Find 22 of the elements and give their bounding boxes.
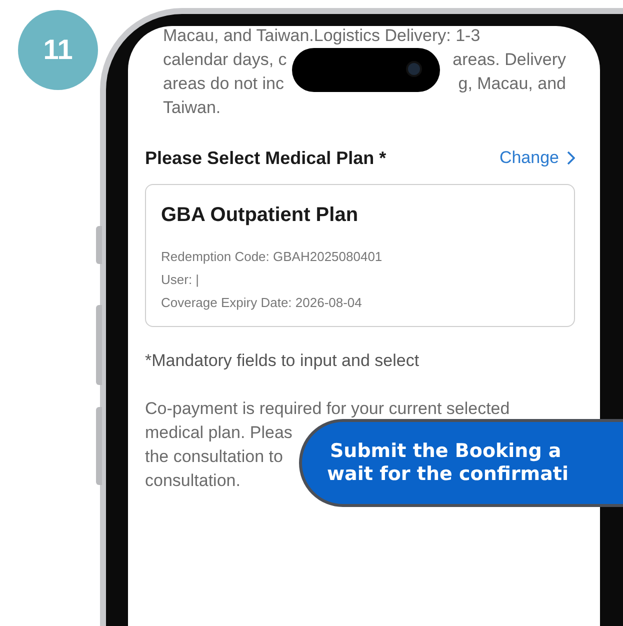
note-text: calendar days, c xyxy=(163,49,287,71)
callout-text: wait for the confirmati xyxy=(327,463,570,486)
callout-text: Submit the Booking a xyxy=(330,440,562,463)
plan-detail: Coverage Expiry Date: 2026-08-04 xyxy=(161,294,363,312)
note-text: consultation. xyxy=(145,470,240,492)
step-badge: 11 xyxy=(18,10,98,90)
note-text: Macau, and Taiwan.Logistics Delivery: 1-3 xyxy=(163,26,480,47)
note-text: the consultation to xyxy=(145,446,283,468)
change-link[interactable]: Change xyxy=(499,148,575,168)
mandatory-note: *Mandatory fields to input and select xyxy=(145,350,420,372)
note-text: areas do not inc xyxy=(163,73,284,95)
plan-title: GBA Outpatient Plan xyxy=(161,203,360,228)
note-text: g, Macau, and xyxy=(458,73,566,95)
section-heading: Please Select Medical Plan * xyxy=(145,147,386,170)
plan-detail: User: | xyxy=(161,271,200,289)
plan-detail: Redemption Code: GBAH2025080401 xyxy=(161,248,384,266)
note-text: areas. Delivery xyxy=(452,49,566,71)
plan-card[interactable]: GBA Outpatient Plan Redemption Code: GBAH2025080401 User: | Coverage Expiry Date: 2026-08-04 xyxy=(145,184,575,327)
note-text: Co-payment is required for your current selected xyxy=(145,398,510,420)
note-text: Taiwan. xyxy=(163,97,221,119)
note-text: medical plan. Pleas xyxy=(145,422,292,444)
chevron-icon xyxy=(567,151,575,165)
